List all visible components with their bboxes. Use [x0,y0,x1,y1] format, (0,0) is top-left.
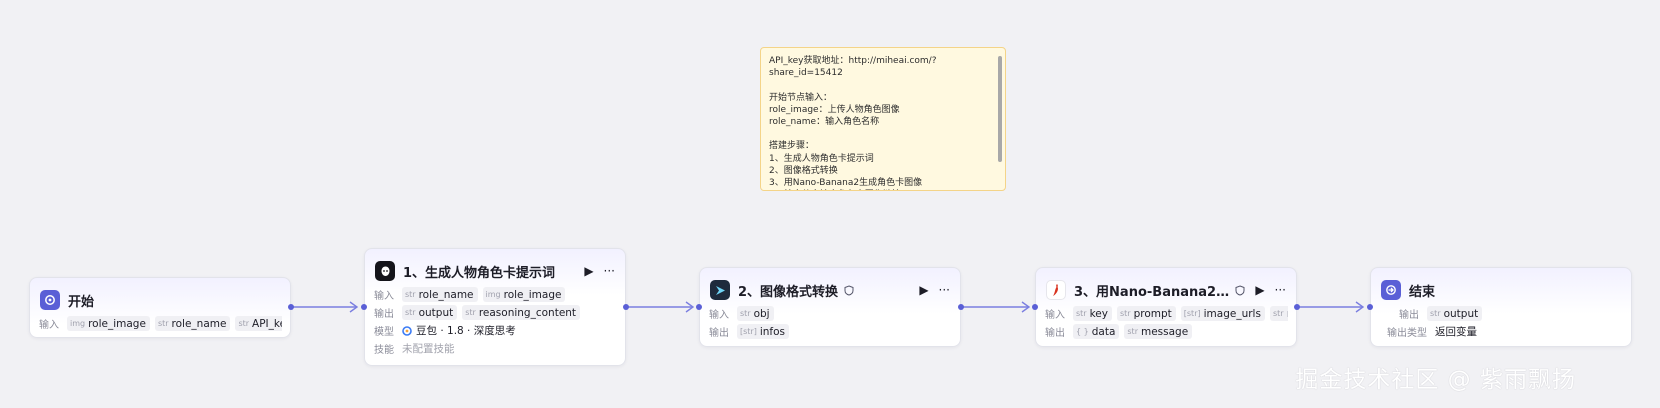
run-icon[interactable]: ▶ [1255,284,1264,296]
llm-model-label: 模型 [374,327,394,338]
chili-plugin-icon [1046,280,1066,300]
llm-skill-label: 技能 [374,345,394,356]
start-input-api-key: strAPI_key [235,316,282,331]
comment-note[interactable]: API_key获取地址：http://miheai.com/?share_id=… [760,47,1006,191]
more-options-icon[interactable]: ··· [604,265,615,277]
type-icon-str: str [740,309,751,318]
run-icon[interactable]: ▶ [919,284,928,296]
convert-node[interactable]: 2、图像格式转换 ▶ ··· 输入 str obj 输出 [str] infos [699,267,961,347]
start-output-port[interactable] [288,304,294,310]
llm-output-reasoning-content: str reasoning_content [462,305,581,320]
type-icon-str: str [1430,309,1441,318]
watermark: 掘金技术社区 @ 紫雨飘扬 [1295,367,1576,393]
end-output-label: 输出 [1399,310,1419,321]
llm-node-title: 1、生成人物角色卡提示词 [403,265,556,281]
type-icon-str: str [1119,309,1131,318]
end-output-output: str output [1427,306,1483,321]
convert-node-title: 2、图像格式转换 [738,284,839,300]
type-icon-str: str [1076,309,1087,318]
nano-input-prompt: str prompt [1116,306,1176,321]
convert-input-obj: str obj [737,306,774,321]
llm-output-port[interactable] [623,304,629,310]
llm-output-output: str output [402,305,458,320]
convert-output-infos: [str] infos [737,324,790,339]
more-options-icon[interactable]: ··· [939,284,950,296]
type-icon-str: str [465,308,476,317]
type-icon-str: str [157,319,169,328]
start-input-role-name: str role_name [154,316,231,331]
llm-skill-value: 未配置技能 [402,343,455,355]
convert-output-port[interactable] [958,304,964,310]
doubao-model-icon [375,261,395,281]
end-output-type-value: 返回变量 [1435,326,1477,338]
llm-model-value: 豆包 · 1.8 · 深度思考 [416,325,516,337]
type-icon-img: img [70,319,86,328]
start-input-label: 输入 [39,320,59,331]
llm-input-role-name: str role_name [402,287,478,302]
type-icon-str: str [1127,327,1138,336]
doubao-logo-icon [402,325,412,336]
nano-output-message: str message [1124,324,1193,339]
type-icon-obj: { } [1076,327,1089,336]
type-icon-list: [str] [1183,309,1201,318]
nano-banana-node[interactable]: 3、用Nano-Banana2生成角… ▶ ··· 输入 strkey strp… [1035,267,1297,347]
nano-input-rat: strrat [1269,306,1288,321]
end-node-title: 结束 [1409,284,1436,300]
more-options-icon[interactable]: ··· [1275,284,1286,296]
nano-output-data: { } data [1073,324,1120,339]
llm-input-port[interactable] [361,304,367,310]
note-scrollbar[interactable] [998,56,1002,162]
start-node-title: 开始 [68,294,95,310]
convert-input-label: 输入 [709,310,729,321]
nano-output-label: 输出 [1045,328,1065,339]
type-icon-str: str [405,308,416,317]
start-node[interactable]: 开始 输入 img role_image str role_name str API_… [29,277,291,338]
llm-input-label: 输入 [374,291,394,302]
end-node[interactable]: 结束 输出 str output 输出类型 返回变量 [1370,267,1632,347]
nano-node-title: 3、用Nano-Banana2生成角… [1074,284,1235,300]
end-icon [1381,280,1401,300]
end-input-port[interactable] [1367,304,1373,310]
llm-node[interactable]: 1、生成人物角色卡提示词 ▶ ··· 输入 str role_name img ro… [364,248,626,366]
nano-input-key: str key [1073,306,1112,321]
start-icon [40,290,60,310]
type-icon-str: str [1272,309,1284,318]
llm-input-role-image: img role_image [482,287,566,302]
type-icon-str: str [405,290,416,299]
type-icon-img: img [485,290,501,299]
workflow-canvas[interactable]: API_key获取地址：http://miheai.com/?share_id=… [0,0,1660,408]
convert-shield-icon [844,284,854,296]
nano-shield-icon [1235,284,1245,296]
nano-input-image-urls: [str] image_urls [1180,306,1265,321]
convert-plugin-icon [710,280,730,300]
type-icon-str: str [238,319,250,328]
run-icon[interactable]: ▶ [584,265,593,277]
nano-output-port[interactable] [1294,304,1300,310]
llm-output-label: 输出 [374,309,394,320]
convert-input-port[interactable] [696,304,702,310]
start-input-role-image: img role_image [67,316,150,331]
note-text[interactable]: API_key获取地址：http://miheai.com/?share_id=… [769,55,991,190]
nano-input-label: 输入 [1045,310,1065,321]
nano-input-port[interactable] [1032,304,1038,310]
convert-output-label: 输出 [709,328,729,339]
type-icon-list: [str] [740,327,757,336]
end-output-type-label: 输出类型 [1387,328,1427,339]
